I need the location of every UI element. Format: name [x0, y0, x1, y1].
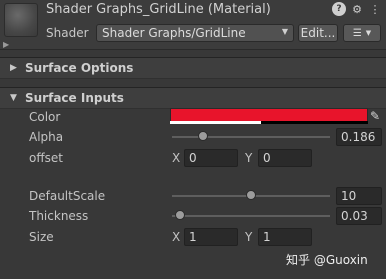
material-header: Shader Graphs_GridLine (Material) ? ⚙ ⋮ …: [0, 0, 386, 50]
property-label: Alpha: [29, 130, 64, 144]
thickness-slider-thumb[interactable]: [175, 210, 185, 220]
defaultscale-value-field[interactable]: 10: [336, 187, 382, 205]
eyedropper-icon[interactable]: ✎: [370, 109, 380, 123]
expand-arrow-icon[interactable]: ▶: [10, 63, 17, 73]
size-x-field[interactable]: 1: [184, 228, 238, 246]
material-title: Shader Graphs_GridLine (Material): [46, 2, 271, 17]
material-preview-thumbnail: [4, 3, 38, 37]
section-title: Surface Inputs: [25, 91, 124, 105]
size-x-label: X: [172, 230, 181, 244]
collapse-caret-icon[interactable]: ▶: [3, 40, 9, 49]
size-y-label: Y: [245, 230, 253, 244]
thickness-slider-track[interactable]: [172, 215, 330, 217]
shader-list-button[interactable]: ☰ ▼: [343, 24, 381, 42]
edit-shader-button[interactable]: Edit...: [298, 24, 338, 42]
alpha-slider-thumb[interactable]: [198, 131, 208, 141]
property-label: Color: [29, 110, 61, 124]
header-icons: ? ⚙ ⋮: [332, 2, 382, 16]
property-label: DefaultScale: [29, 189, 106, 203]
size-y-field[interactable]: 1: [258, 228, 312, 246]
section-title: Surface Options: [25, 61, 134, 75]
color-alpha-fill: [170, 121, 262, 124]
chevron-down-icon: ▼: [365, 29, 372, 37]
shader-dropdown[interactable]: Shader Graphs/GridLine ▼: [96, 24, 294, 42]
alpha-value-field[interactable]: 0.186: [336, 128, 382, 146]
property-label: Thickness: [29, 209, 89, 223]
defaultscale-slider-thumb[interactable]: [246, 190, 256, 200]
watermark: 知乎 @Guoxin: [286, 253, 368, 267]
thickness-value-field[interactable]: 0.03: [336, 207, 382, 225]
section-surface-inputs[interactable]: ▼ Surface Inputs: [0, 87, 386, 109]
kebab-menu-icon[interactable]: ⋮: [368, 2, 382, 16]
property-label: offset: [29, 151, 63, 165]
offset-x-label: X: [172, 151, 181, 165]
shader-label: Shader: [46, 26, 89, 40]
offset-x-field[interactable]: 0: [184, 149, 238, 167]
property-label: Size: [29, 230, 54, 244]
settings-icon[interactable]: ⚙: [350, 2, 364, 16]
alpha-slider-track[interactable]: [172, 136, 330, 138]
chevron-down-icon: ▼: [281, 27, 288, 36]
offset-y-field[interactable]: 0: [258, 149, 312, 167]
collapse-arrow-icon[interactable]: ▼: [10, 93, 17, 103]
list-icon: ☰: [352, 27, 362, 39]
help-icon[interactable]: ?: [332, 2, 346, 16]
color-alpha-bar: [170, 121, 368, 124]
shader-dropdown-value: Shader Graphs/GridLine: [102, 26, 246, 40]
section-surface-options[interactable]: ▶ Surface Options: [0, 57, 386, 79]
offset-y-label: Y: [245, 151, 253, 165]
